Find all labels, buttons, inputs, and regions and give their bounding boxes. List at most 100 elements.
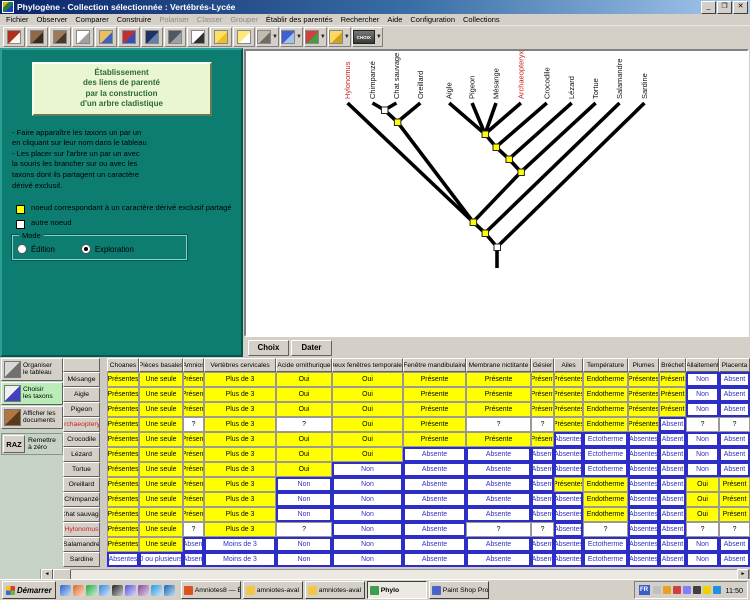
- choose-taxa-button[interactable]: Choisir les taxons: [1, 382, 63, 405]
- taxon-label-l-zard[interactable]: Lézard: [567, 76, 576, 99]
- start-button[interactable]: Démarrer: [2, 581, 56, 599]
- taxon-label-salamandre[interactable]: Salamandre: [615, 59, 624, 99]
- taxon-label-crocodile[interactable]: Crocodile: [542, 67, 551, 99]
- yellow-tree-node[interactable]: [493, 144, 499, 151]
- taxon-label-sardine[interactable]: Sardine: [640, 73, 649, 99]
- organize-table-button[interactable]: Organiser le tableau: [1, 358, 63, 381]
- menu--tablir-des-parent-s[interactable]: Établir des parentés: [262, 15, 337, 24]
- column-header-g-sier[interactable]: Gésier: [531, 358, 554, 372]
- butterfly-toolbar-button[interactable]: [3, 27, 25, 47]
- taxon-row-button-pigeon[interactable]: Pigeon: [63, 402, 100, 417]
- white-tree-node[interactable]: [381, 107, 387, 114]
- dropdown-arrow-icon[interactable]: ▼: [344, 34, 350, 40]
- taxon-row-button-chimpanz-[interactable]: Chimpanzé: [63, 492, 100, 507]
- window-gray-toolbar-button[interactable]: [164, 27, 186, 47]
- task-button-paint-shop-pro[interactable]: Paint Shop Pro: [429, 581, 489, 599]
- note-toolbar-button[interactable]: [210, 27, 232, 47]
- taxon-row-button-oreillard[interactable]: Oreillard: [63, 477, 100, 492]
- raz-button[interactable]: RAZ: [3, 435, 25, 453]
- column-header-vert-bres-cervicales[interactable]: Vertèbres cervicales: [204, 358, 276, 372]
- save-colors-toolbar-button[interactable]: ▼: [304, 27, 327, 47]
- taxon-label-hylonomus[interactable]: Hylonomus: [343, 61, 352, 99]
- dropdown-arrow-icon[interactable]: ▼: [376, 34, 382, 40]
- photo-specimen-toolbar-button[interactable]: [26, 27, 48, 47]
- taxon-label-chat-sauvage[interactable]: Chat sauvage: [392, 53, 401, 99]
- window-dark-toolbar-button[interactable]: [141, 27, 163, 47]
- tray-icon-3[interactable]: [673, 586, 681, 594]
- menu-construire[interactable]: Construire: [113, 15, 156, 24]
- taxon-row-button-m-sange[interactable]: Mésange: [63, 372, 100, 387]
- column-header-temp-rature[interactable]: Température: [583, 358, 628, 372]
- column-header-choanes[interactable]: Choanes: [107, 358, 139, 372]
- grid-toolbar-button[interactable]: [72, 27, 94, 47]
- yellow-tree-node[interactable]: [506, 156, 512, 163]
- menu-aide[interactable]: Aide: [383, 15, 406, 24]
- taxon-label-pigeon[interactable]: Pigeon: [468, 76, 477, 99]
- minimize-button[interactable]: _: [701, 1, 716, 14]
- yellow-tree-node[interactable]: [518, 169, 524, 176]
- quick-launch-icon-9[interactable]: [164, 585, 175, 596]
- taxon-row-button-crocodile[interactable]: Crocodile: [63, 432, 100, 447]
- taxon-row-button-archaeopteryx[interactable]: Archaeopteryx: [63, 417, 100, 432]
- column-header-br-chet[interactable]: Bréchet: [659, 358, 686, 372]
- cladogram-canvas[interactable]: Hylonomus Chimpanzé Chat sauvage Oreillard A…: [244, 49, 749, 337]
- quick-launch-icon-5[interactable]: [112, 585, 123, 596]
- column-header-pi-ces-basales[interactable]: Pièces basales: [139, 358, 183, 372]
- menu-comparer[interactable]: Comparer: [71, 15, 112, 24]
- menu-rechercher[interactable]: Rechercher: [337, 15, 384, 24]
- close-button[interactable]: ✕: [733, 1, 748, 14]
- language-indicator[interactable]: FR: [639, 585, 650, 595]
- tray-icon-6[interactable]: [703, 586, 711, 594]
- taxon-label-tortue[interactable]: Tortue: [591, 78, 600, 99]
- tray-icon-4[interactable]: [683, 586, 691, 594]
- export-window-toolbar-button[interactable]: ▼: [280, 27, 303, 47]
- menu-fichier[interactable]: Fichier: [2, 15, 33, 24]
- taxon-label-aigle[interactable]: Aigle: [445, 82, 454, 99]
- task-button-amniotes-aval[interactable]: amniotes-aval: [243, 581, 303, 599]
- taxon-row-button-hylonomus[interactable]: Hylonomus: [63, 522, 100, 537]
- taxon-row-button-sardine[interactable]: Sardine: [63, 552, 100, 567]
- yellow-tree-node[interactable]: [394, 119, 400, 126]
- quick-launch-icon-4[interactable]: [99, 585, 110, 596]
- choix-button[interactable]: Choix: [248, 340, 289, 356]
- tray-icon-1[interactable]: [653, 586, 661, 594]
- task-button-amniotes-aval[interactable]: amniotes-aval: [305, 581, 365, 599]
- document-toolbar-button[interactable]: [233, 27, 255, 47]
- radio-edition[interactable]: Édition: [17, 244, 55, 254]
- taxon-label-chimpanz-[interactable]: Chimpanzé: [368, 61, 377, 99]
- white-tree-node[interactable]: [494, 244, 500, 251]
- taxon-row-button-l-zard[interactable]: Lézard: [63, 447, 100, 462]
- dater-button[interactable]: Dater: [291, 340, 332, 356]
- column-header-plumes[interactable]: Plumes: [628, 358, 659, 372]
- tray-icon-7[interactable]: [713, 586, 721, 594]
- tray-icon-2[interactable]: [663, 586, 671, 594]
- menu-collections[interactable]: Collections: [459, 15, 504, 24]
- menu-observer[interactable]: Observer: [33, 15, 72, 24]
- yellow-tree-node[interactable]: [482, 131, 488, 138]
- taxon-row-button-tortue[interactable]: Tortue: [63, 462, 100, 477]
- column-header-membrane-nictitante[interactable]: Membrane nictitante: [466, 358, 531, 372]
- column-header-fen-tre-mandibulaire[interactable]: Fenêtre mandibulaire: [403, 358, 466, 372]
- menu-configuration[interactable]: Configuration: [406, 15, 459, 24]
- taxon-label-oreillard[interactable]: Oreillard: [416, 71, 425, 99]
- dropdown-arrow-icon[interactable]: ▼: [296, 34, 302, 40]
- show-documents-button[interactable]: Afficher les documents: [1, 406, 63, 429]
- quick-launch-icon-3[interactable]: [86, 585, 97, 596]
- matrix-table-toolbar-button[interactable]: [118, 27, 140, 47]
- dropdown-arrow-icon[interactable]: ▼: [272, 34, 278, 40]
- choix-toolbar-button[interactable]: CHOIX▼: [352, 27, 383, 47]
- maximize-button[interactable]: ❐: [717, 1, 732, 14]
- column-header-acide-ornithurique[interactable]: Acide ornithurique: [276, 358, 332, 372]
- column-header-deux-fen-tres-temporales[interactable]: Deux fenêtres temporales: [332, 358, 403, 372]
- task-button-amniotes8-volu-[interactable]: Amniotes8 — Évolu...: [181, 581, 241, 599]
- taxon-label-m-sange[interactable]: Mésange: [492, 68, 501, 99]
- clipboard-toolbar-button[interactable]: [95, 27, 117, 47]
- photo-pair-toolbar-button[interactable]: [49, 27, 71, 47]
- quick-launch-icon-1[interactable]: [60, 585, 71, 596]
- taxon-row-button-salamandre[interactable]: Salamandre: [63, 537, 100, 552]
- quick-launch-icon-6[interactable]: [125, 585, 136, 596]
- quick-launch-icon-8[interactable]: [151, 585, 162, 596]
- open-folder-toolbar-button[interactable]: ▼: [328, 27, 351, 47]
- taxon-label-archaeopteryx[interactable]: Archaeopteryx: [516, 51, 525, 99]
- column-header-ailes[interactable]: Ailes: [554, 358, 583, 372]
